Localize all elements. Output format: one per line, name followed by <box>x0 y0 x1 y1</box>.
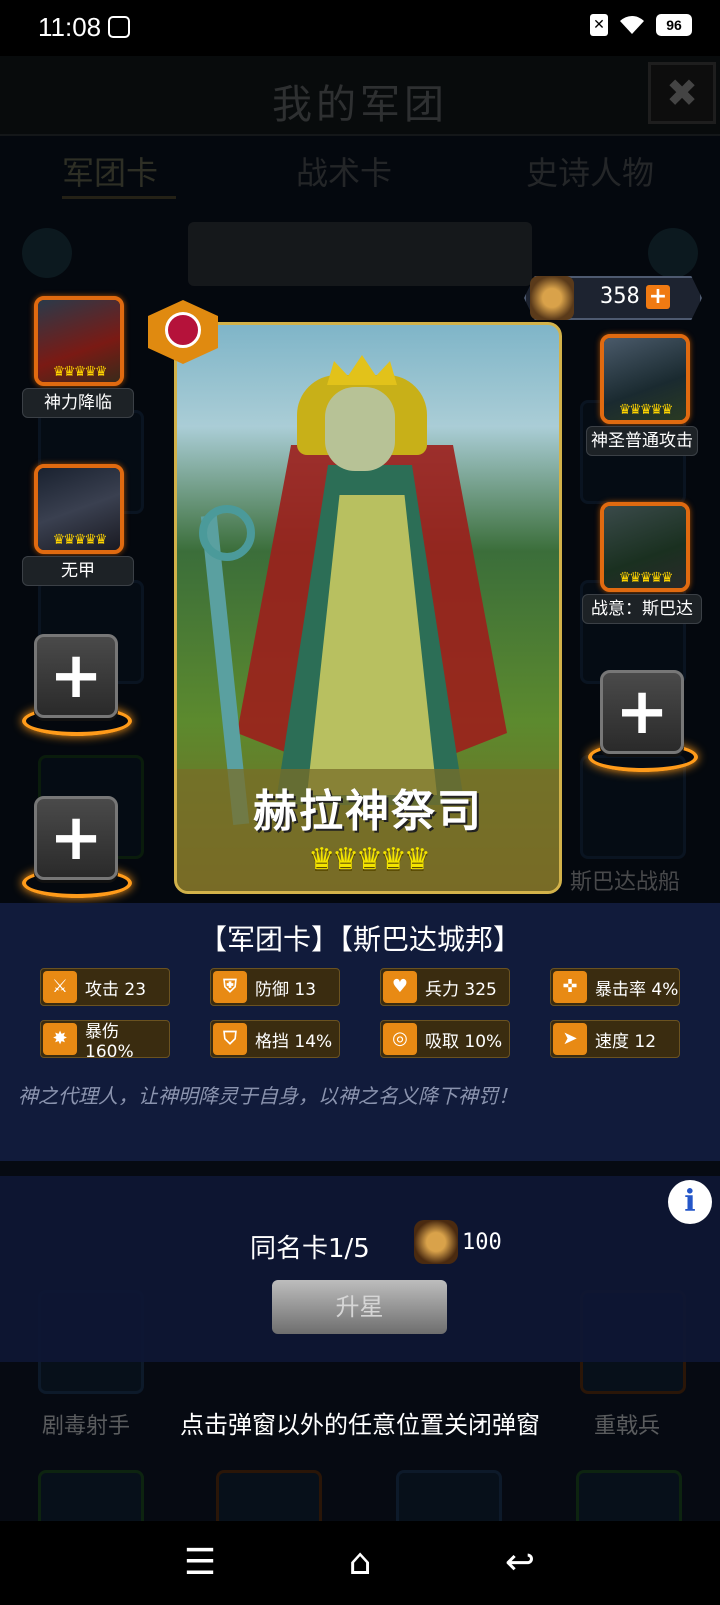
upgrade-cost: 100 <box>462 1230 502 1255</box>
add-currency-button[interactable]: + <box>646 285 670 309</box>
stat-label: 吸取 10% <box>425 1031 503 1052</box>
stat-crit-rate: ✜ 暴击率 4% <box>550 968 680 1006</box>
hero-staff-head <box>199 505 255 561</box>
stat-defense: ⛨ 防御 13 <box>210 968 340 1006</box>
skill-slot-label: 神圣普通攻击 <box>586 426 698 456</box>
stat-label: 攻击 23 <box>85 979 147 1000</box>
burst-icon: ✸ <box>43 1023 77 1055</box>
stat-crit-damage: ✸ 暴伤 160% <box>40 1020 170 1062</box>
stat-speed: ➤ 速度 12 <box>550 1020 680 1058</box>
hero-face <box>325 387 395 471</box>
legion-emblem-icon <box>530 276 574 320</box>
block-icon: ⛉ <box>213 1023 247 1055</box>
skill-slot-right-2[interactable]: ♛♛♛♛♛ <box>600 502 690 592</box>
skill-stars: ♛♛♛♛♛ <box>52 532 108 548</box>
skill-stars: ♛♛♛♛♛ <box>618 570 674 586</box>
shield-icon: ⛨ <box>213 971 247 1003</box>
drain-icon: ◎ <box>383 1023 417 1055</box>
boot-icon: ➤ <box>553 1023 587 1055</box>
back-icon[interactable]: ↩ <box>490 1541 550 1585</box>
hero-star-rating: ♛♛♛♛♛ <box>308 842 430 877</box>
wifi-icon <box>620 16 644 34</box>
info-icon[interactable]: i <box>668 1180 712 1224</box>
stat-label: 暴伤 160% <box>85 1021 134 1062</box>
hero-crown <box>327 355 397 385</box>
skill-slot-right-1[interactable]: ♛♛♛♛♛ <box>600 334 690 424</box>
skill-slot-label: 神力降临 <box>22 388 134 418</box>
hero-name: 赫拉神祭司 <box>253 786 483 837</box>
add-skill-button[interactable]: + <box>34 634 118 718</box>
star-up-button[interactable]: 升星 <box>272 1280 447 1334</box>
upgrade-panel <box>0 1176 720 1362</box>
add-skill-button[interactable]: + <box>600 670 684 754</box>
sim-icon: ✕ <box>590 14 608 36</box>
menu-icon[interactable]: ☰ <box>170 1541 230 1585</box>
stat-label: 格挡 14% <box>255 1031 333 1052</box>
status-icons: ✕ 96 <box>590 14 692 36</box>
currency-value: 358 <box>600 284 640 309</box>
home-icon[interactable]: ⌂ <box>330 1541 390 1585</box>
stat-drain: ◎ 吸取 10% <box>380 1020 510 1058</box>
card-flavor-text: 神之代理人，让神明降灵于自身，以神之名义降下神罚！ <box>18 1084 518 1108</box>
skill-slot-label: 无甲 <box>22 556 134 586</box>
app-notification-icon <box>108 16 130 38</box>
battery-icon: 96 <box>656 14 692 36</box>
rarity-gem-icon <box>165 312 201 348</box>
status-bar: 11:08 ✕ 96 <box>0 0 720 56</box>
sword-icon: ⚔ <box>43 971 77 1003</box>
card-type-line: 【军团卡】【斯巴达城邦】 <box>198 923 521 956</box>
status-time: 11:08 <box>38 12 102 42</box>
stat-attack: ⚔ 攻击 23 <box>40 968 170 1006</box>
duplicate-card-count: 同名卡1/5 <box>250 1234 370 1264</box>
stat-troops: ♥ 兵力 325 <box>380 968 510 1006</box>
skill-slot-left-2[interactable]: ♛♛♛♛♛ <box>34 464 124 554</box>
skill-stars: ♛♛♛♛♛ <box>618 402 674 418</box>
stat-label: 防御 13 <box>255 979 317 1000</box>
skill-stars: ♛♛♛♛♛ <box>52 364 108 380</box>
system-nav-bar: ☰ ⌂ ↩ <box>0 1521 720 1605</box>
skill-slot-left-1[interactable]: ♛♛♛♛♛ <box>34 296 124 386</box>
dismiss-hint: 点击弹窗以外的任意位置关闭弹窗 <box>180 1411 540 1439</box>
stat-label: 暴击率 4% <box>595 979 679 1000</box>
stat-label: 兵力 325 <box>425 979 497 1000</box>
heart-icon: ♥ <box>383 971 417 1003</box>
stat-label: 速度 12 <box>595 1031 657 1052</box>
skill-slot-label: 战意：斯巴达 <box>582 594 702 624</box>
legion-emblem-icon <box>414 1220 458 1264</box>
crosshair-icon: ✜ <box>553 971 587 1003</box>
add-skill-button[interactable]: + <box>34 796 118 880</box>
hero-card[interactable]: 赫拉神祭司 ♛♛♛♛♛ <box>174 322 562 894</box>
stat-block: ⛉ 格挡 14% <box>210 1020 340 1058</box>
